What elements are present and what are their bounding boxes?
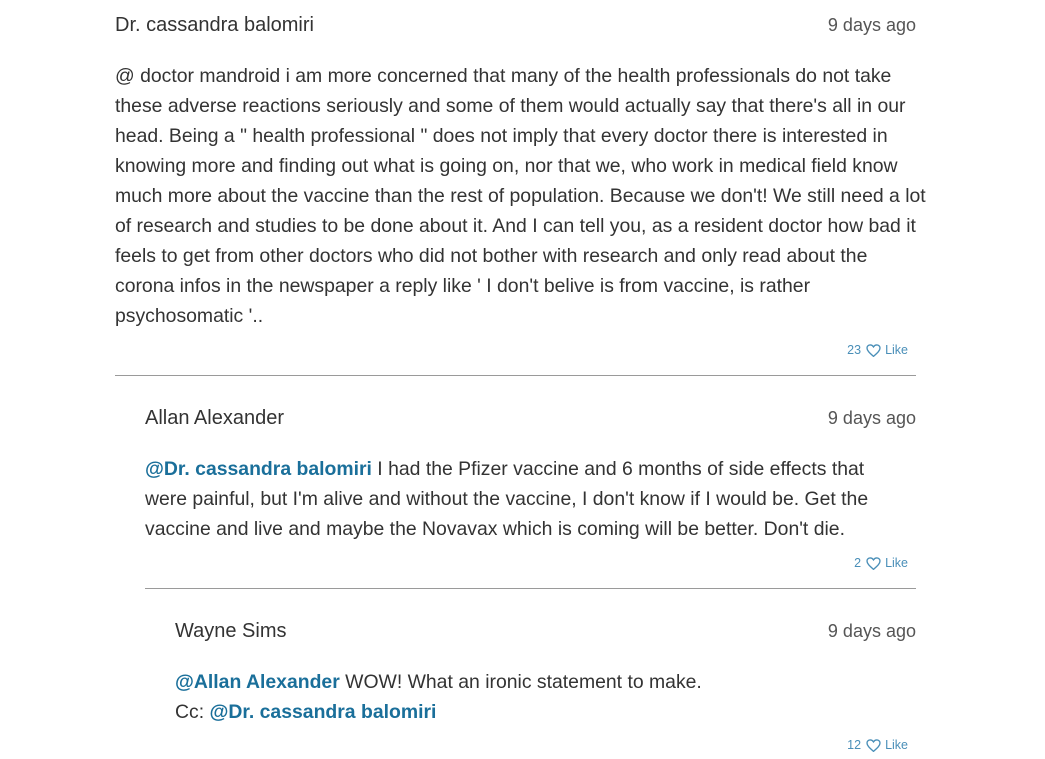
like-label: Like (885, 556, 908, 570)
comment-text-content: WOW! What an ironic statement to make. (339, 671, 702, 693)
like-count: 12 (847, 738, 862, 752)
comment-author[interactable]: Allan Alexander (145, 407, 284, 430)
heart-icon (865, 343, 881, 357)
comment-cassandra-balomiri: Dr. cassandra balomiri 9 days ago @ doct… (115, 14, 926, 364)
like-button[interactable]: 23 Like (847, 343, 908, 357)
comment-divider (145, 588, 916, 589)
heart-icon (865, 556, 881, 570)
mention-link[interactable]: @Allan Alexander (175, 671, 340, 693)
like-count: 2 (854, 556, 862, 570)
like-label: Like (885, 738, 908, 752)
like-label: Like (885, 343, 908, 357)
comment-wayne-sims: Wayne Sims 9 days ago @Allan Alexander W… (175, 620, 916, 756)
comment-text: @ doctor mandroid i am more concerned th… (115, 65, 926, 327)
comment-timestamp: 9 days ago (827, 408, 916, 428)
like-button[interactable]: 12 Like (847, 738, 908, 752)
comment-text: @Dr. cassandra balomiri I had the Pfizer… (145, 454, 905, 544)
heart-icon (865, 738, 881, 752)
comment-timestamp: 9 days ago (827, 15, 916, 35)
like-count: 23 (847, 343, 862, 357)
comment-divider (115, 375, 916, 376)
comment-author[interactable]: Dr. cassandra balomiri (115, 14, 314, 37)
like-button[interactable]: 2 Like (854, 556, 908, 570)
comment-text: @Allan Alexander WOW! What an ironic sta… (175, 667, 905, 727)
cc-label: Cc: (175, 701, 210, 723)
comment-author[interactable]: Wayne Sims (175, 620, 287, 643)
comment-allan-alexander: Allan Alexander 9 days ago @Dr. cassandr… (145, 407, 916, 577)
comment-timestamp: 9 days ago (827, 621, 916, 641)
cc-mention-link[interactable]: @Dr. cassandra balomiri (209, 701, 436, 723)
mention-link[interactable]: @Dr. cassandra balomiri (145, 458, 372, 480)
